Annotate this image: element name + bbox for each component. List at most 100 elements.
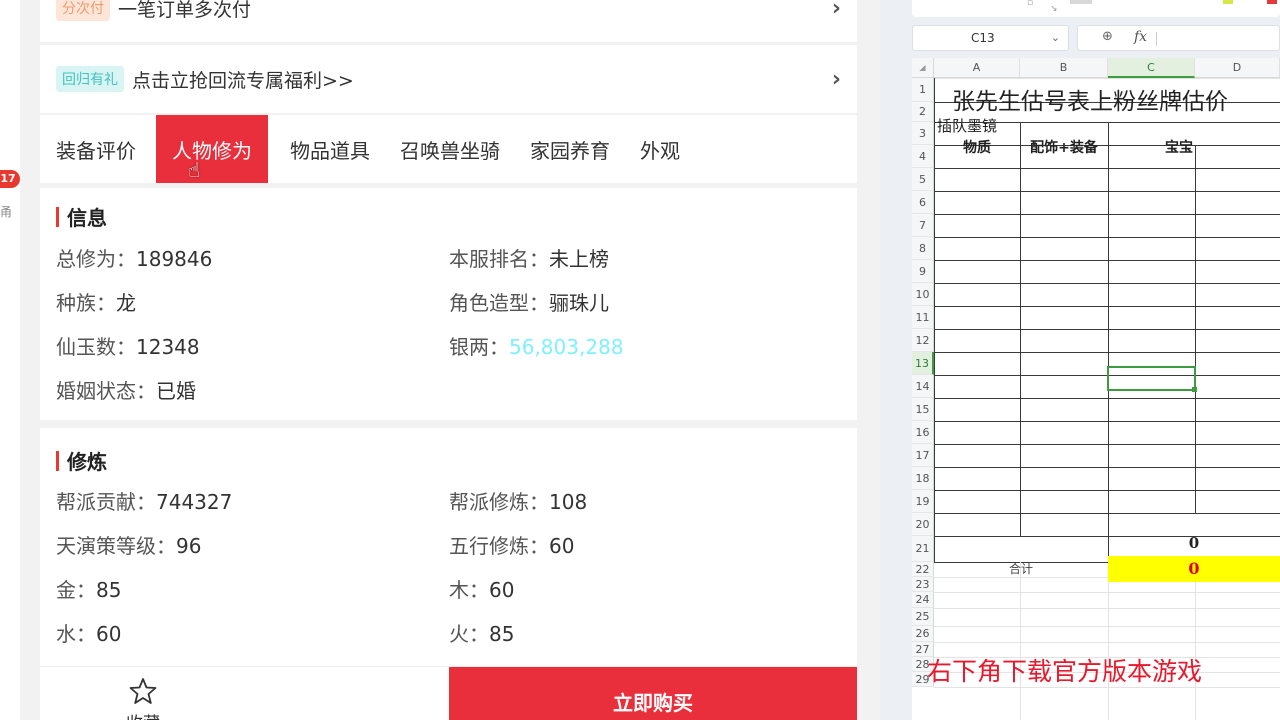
row-header[interactable]: 9 bbox=[912, 260, 934, 283]
kv-total-cultivation: 总修为：189846 bbox=[56, 247, 213, 271]
info-title-text: 信息 bbox=[67, 206, 107, 230]
grid-line bbox=[1195, 562, 1196, 720]
tab-home[interactable]: 家园养育 bbox=[522, 115, 618, 183]
column-header-b[interactable]: B bbox=[1020, 58, 1108, 78]
left-sidebar-strip: 17 甬 bbox=[0, 0, 20, 720]
row-header[interactable]: 7 bbox=[912, 214, 934, 237]
kv-guild-cultivation: 帮派修炼：108 bbox=[449, 490, 588, 514]
row-header[interactable]: 17 bbox=[912, 444, 934, 467]
tab-character-cultivation[interactable]: 人物修为 ☝ bbox=[156, 115, 268, 183]
kv-marital-status: 婚姻状态：已婚 bbox=[56, 379, 196, 403]
ribbon-toolbar: ▫ ↘ bbox=[912, 0, 1280, 17]
grid-line bbox=[934, 352, 1280, 353]
fill-handle[interactable] bbox=[1192, 387, 1197, 392]
sheet-grid[interactable]: ◢ A B C D 1 2 3 4 5 6 7 8 9 10 11 12 13 14 15 16 17 18 19 2… bbox=[912, 58, 1280, 720]
row20-value: 0 bbox=[1188, 534, 1200, 552]
column-header-a[interactable]: A bbox=[934, 58, 1020, 78]
kv-jade-count: 仙玉数：12348 bbox=[56, 335, 200, 359]
tab-summons-mounts[interactable]: 召唤兽坐骑 bbox=[392, 115, 508, 183]
sheet-title: 张先生估号表上粉丝牌估价 bbox=[952, 89, 1228, 115]
header-pet: 宝宝 bbox=[1165, 140, 1193, 156]
kv-tianyance-level: 天演策等级：96 bbox=[56, 534, 202, 558]
kv-water: 水：60 bbox=[56, 622, 122, 646]
row-header[interactable]: 26 bbox=[912, 626, 934, 642]
row-header[interactable]: 16 bbox=[912, 421, 934, 444]
row-header[interactable]: 1 bbox=[912, 78, 934, 102]
grid-line bbox=[934, 467, 1280, 468]
ribbon-mini-icon[interactable]: ▫ bbox=[1027, 0, 1033, 8]
chevron-right-icon: › bbox=[831, 0, 841, 21]
tab-equipment-review[interactable]: 装备评价 bbox=[48, 115, 144, 183]
row-header[interactable]: 6 bbox=[912, 191, 934, 214]
cultivation-section: 修炼 帮派贡献：744327 帮派修炼：108 天演策等级：96 五行修炼：60… bbox=[40, 428, 857, 666]
buy-now-button[interactable]: 立即购买 bbox=[449, 667, 857, 720]
select-all-corner[interactable]: ◢ bbox=[912, 58, 934, 78]
ribbon-swatch-red[interactable] bbox=[1267, 0, 1277, 4]
row-header[interactable]: 11 bbox=[912, 306, 934, 329]
ribbon-expand-icon[interactable]: ↘ bbox=[1050, 4, 1058, 14]
row-header[interactable]: 3 bbox=[912, 122, 934, 145]
tab-items[interactable]: 物品道具 bbox=[282, 115, 378, 183]
row-header[interactable]: 10 bbox=[912, 283, 934, 306]
grid-line bbox=[934, 214, 1280, 215]
kv-metal: 金：85 bbox=[56, 578, 122, 602]
fx-icon[interactable]: fx bbox=[1134, 29, 1147, 45]
star-icon bbox=[129, 678, 157, 704]
chevron-down-icon[interactable]: ⌄ bbox=[1051, 26, 1060, 50]
row-header[interactable]: 14 bbox=[912, 375, 934, 398]
row-header[interactable]: 18 bbox=[912, 467, 934, 490]
zoom-icon[interactable]: ⊕ bbox=[1102, 29, 1113, 44]
notification-badge[interactable]: 17 bbox=[0, 170, 20, 188]
chevron-right-icon: › bbox=[831, 66, 841, 92]
ribbon-swatch-gray[interactable] bbox=[1070, 0, 1092, 4]
grid-line bbox=[934, 398, 1280, 399]
kv-guild-contribution: 帮派贡献：744327 bbox=[56, 490, 233, 514]
header-material: 物质 bbox=[963, 140, 991, 156]
spreadsheet-window: ▫ ↘ C13 ⌄ ⊕ fx ◢ A B C D 1 2 3 4 5 6 7 8 9 10 11 12… bbox=[880, 0, 1280, 720]
row-header[interactable]: 22 bbox=[912, 562, 934, 577]
row-header[interactable]: 15 bbox=[912, 398, 934, 421]
grid-line bbox=[934, 168, 1280, 169]
grid-line bbox=[1020, 562, 1021, 720]
formula-input[interactable]: ⊕ fx bbox=[1077, 25, 1280, 51]
row-header[interactable]: 8 bbox=[912, 237, 934, 260]
row-header[interactable]: 12 bbox=[912, 329, 934, 352]
favorite-button[interactable]: 收藏 bbox=[40, 667, 246, 720]
kv-wood: 木：60 bbox=[449, 578, 515, 602]
installment-text: 一笔订单多次付 bbox=[118, 0, 252, 21]
row-header[interactable]: 13 bbox=[912, 352, 934, 375]
row-header[interactable]: 19 bbox=[912, 490, 934, 513]
row-header[interactable]: 24 bbox=[912, 592, 934, 608]
tab-character-cultivation-label: 人物修为 bbox=[172, 138, 252, 163]
column-header-c[interactable]: C bbox=[1108, 58, 1195, 78]
row-header[interactable]: 2 bbox=[912, 102, 934, 122]
row-header[interactable]: 21 bbox=[912, 536, 934, 562]
sheet-subtitle: 插队墨镜 bbox=[937, 117, 998, 135]
separator bbox=[1156, 32, 1157, 46]
row-header[interactable]: 23 bbox=[912, 577, 934, 592]
grid-line bbox=[934, 260, 1280, 261]
name-box[interactable]: C13 ⌄ bbox=[912, 25, 1069, 51]
row-header[interactable]: 5 bbox=[912, 168, 934, 191]
grid-line bbox=[934, 329, 1280, 330]
total-value: 0 bbox=[1188, 559, 1200, 578]
ribbon-swatch-yellow[interactable] bbox=[1223, 0, 1233, 4]
column-header-d[interactable]: D bbox=[1195, 58, 1280, 78]
grid-line bbox=[934, 513, 1280, 514]
active-cell-c13[interactable] bbox=[1107, 366, 1197, 392]
row-header[interactable]: 20 bbox=[912, 513, 934, 536]
grid-line bbox=[934, 237, 1280, 238]
row-header[interactable]: 4 bbox=[912, 145, 934, 168]
name-box-value: C13 bbox=[971, 31, 995, 45]
grid-line bbox=[934, 592, 1280, 593]
promo-row-installment[interactable]: 分次付 一笔订单多次付 › bbox=[40, 0, 857, 42]
total-label: 合计 bbox=[1008, 562, 1033, 576]
grid-line bbox=[934, 490, 1280, 491]
section-accent-bar bbox=[56, 206, 59, 227]
promo-row-return-gift[interactable]: 回归有礼 点击立抢回流专属福利>> › bbox=[40, 45, 857, 113]
info-section-title: 信息 bbox=[40, 202, 107, 231]
grid-line bbox=[934, 78, 1280, 79]
grid-line bbox=[934, 642, 1280, 643]
tab-appearance[interactable]: 外观 bbox=[632, 115, 688, 183]
row-header[interactable]: 25 bbox=[912, 608, 934, 626]
